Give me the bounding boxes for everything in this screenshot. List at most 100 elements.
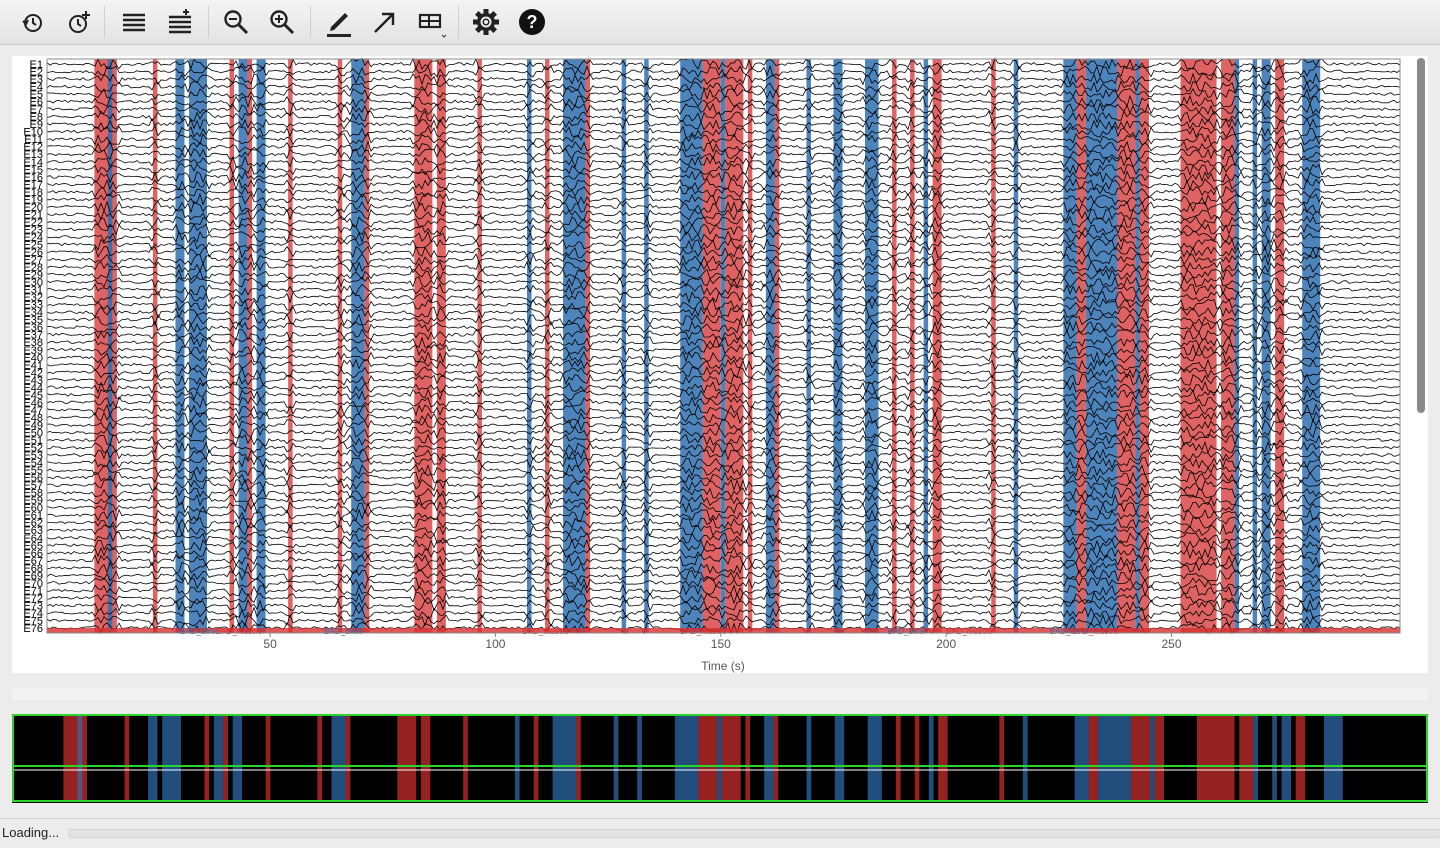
- overview-annotation-blink: [148, 716, 158, 801]
- x-axis-label: Time (s): [701, 659, 745, 673]
- history-back-button[interactable]: [14, 4, 50, 40]
- x-tick-label: 200: [936, 637, 956, 651]
- annotation-span-muscle[interactable]: [436, 59, 446, 633]
- more-channels-button[interactable]: [162, 4, 198, 40]
- annotation-span-blink[interactable]: [256, 59, 266, 633]
- eeg-traces-canvas[interactable]: E1E2E3E4E5E6E7E8E9E10E11E12E13E14E15E16E…: [12, 56, 1428, 673]
- overview-annotation-muscle: [773, 716, 779, 801]
- fewer-channels-button[interactable]: [116, 4, 152, 40]
- horizontal-scrollbar[interactable]: [12, 688, 1428, 700]
- help-button[interactable]: ?: [514, 4, 550, 40]
- status-bar: Loading...: [0, 818, 1440, 848]
- overview-annotation-muscle: [463, 716, 468, 801]
- x-tick-label: 100: [485, 637, 505, 651]
- lines-plus-icon: [169, 9, 191, 34]
- overview-annotation-muscle: [999, 716, 1005, 801]
- overview-annotation-blink: [613, 716, 619, 801]
- status-text: Loading...: [2, 825, 60, 840]
- annotation-span-blink[interactable]: [238, 59, 248, 633]
- arrow-icon: [374, 12, 395, 33]
- annotation-span-muscle[interactable]: [247, 59, 253, 633]
- overview-annotation-blink: [674, 716, 699, 801]
- overview-annotation-muscle: [698, 716, 718, 801]
- overview-annotation-muscle: [576, 716, 581, 801]
- x-tick-label: 50: [263, 637, 277, 651]
- overview-annotation-blink: [928, 716, 934, 801]
- arrow-button[interactable]: [366, 4, 402, 40]
- annotation-span-blink[interactable]: [923, 59, 929, 633]
- overview-annotation-blink: [637, 716, 642, 801]
- annotation-label: BAD_blink: [324, 627, 362, 636]
- annotation-label: BAD_muscle: [216, 627, 263, 636]
- zoom-in-button[interactable]: [264, 4, 300, 40]
- annotation-span-blink[interactable]: [175, 59, 185, 633]
- projector-button[interactable]: [412, 4, 448, 40]
- overview-annotation-muscle: [721, 716, 741, 801]
- channel-label[interactable]: E76: [23, 623, 43, 635]
- overview-annotation-blink: [77, 716, 83, 801]
- annotation-label: BAD_muscle: [522, 627, 569, 636]
- overview-annotation-muscle: [1295, 716, 1306, 801]
- overview-annotation-blink: [1022, 716, 1028, 801]
- overview-annotation-muscle: [1154, 716, 1165, 801]
- annotate-button[interactable]: [320, 4, 356, 40]
- annotation-label: BAD_blink: [888, 627, 926, 636]
- overview-annotation-blink: [764, 716, 774, 801]
- toolbar: ?: [0, 0, 1440, 45]
- overview-annotation-blink: [1281, 716, 1292, 801]
- overview-annotation-muscle: [1088, 716, 1099, 801]
- overview-annotation-muscle: [124, 716, 130, 801]
- overview-annotation-muscle: [317, 716, 323, 801]
- raw-data-plot[interactable]: E1 E2 E3 E4 E5 E6 E7 E8 E9 E10 E11 E12 E13 E14 E15 E16 E…: [12, 56, 1428, 673]
- clock-back-icon: [22, 14, 42, 32]
- annotation-label: BAD_muscle: [680, 627, 727, 636]
- annotation-span-blink[interactable]: [621, 59, 627, 633]
- gear-icon: [473, 9, 499, 35]
- help-icon: ?: [519, 9, 545, 35]
- overview-annotation-blink: [834, 716, 845, 801]
- overview-annotation-muscle: [1239, 716, 1254, 801]
- projector-icon: [418, 13, 447, 38]
- annotation-span-muscle[interactable]: [702, 59, 721, 633]
- loading-progress-bar: [68, 829, 1440, 838]
- vertical-scrollbar[interactable]: [1417, 58, 1425, 413]
- overview-annotation-muscle: [345, 716, 351, 801]
- svg-text:?: ?: [527, 12, 538, 32]
- overview-annotation-muscle: [265, 716, 271, 801]
- annotation-label: BAD_muscle: [1072, 627, 1119, 636]
- overview-bar[interactable]: [12, 714, 1428, 803]
- overview-annotation-blink: [1098, 716, 1132, 801]
- lines-icon: [123, 13, 145, 32]
- history-forward-button[interactable]: [60, 4, 96, 40]
- overview-annotation-blink: [213, 716, 224, 801]
- settings-button[interactable]: [468, 4, 504, 40]
- clock-plus-icon: [69, 11, 90, 33]
- overview-annotation-muscle: [745, 716, 751, 801]
- overview-annotation-muscle: [204, 716, 210, 801]
- annotation-span-blink[interactable]: [720, 59, 726, 633]
- overview-annotation-blink: [717, 716, 722, 801]
- overview-annotation-blink: [552, 716, 577, 801]
- annotation-span-muscle[interactable]: [1117, 59, 1136, 633]
- pencil-icon: [327, 13, 351, 37]
- overview-annotation-blink: [806, 716, 812, 801]
- overview-annotation-muscle: [533, 716, 539, 801]
- zoom-out-icon: [224, 10, 249, 35]
- overview-annotation-blink: [867, 716, 882, 801]
- overview-annotation-blink: [331, 716, 346, 801]
- overview-annotation-muscle: [420, 716, 431, 801]
- overview-annotation-muscle: [63, 716, 87, 801]
- overview-annotation-blink: [1253, 716, 1259, 801]
- overview-annotation-blink: [514, 716, 520, 801]
- overview-annotation-blink: [232, 716, 243, 801]
- x-tick-label: 250: [1161, 637, 1181, 651]
- zoom-out-button[interactable]: [218, 4, 254, 40]
- annotation-span-blink[interactable]: [1013, 59, 1019, 633]
- overview-annotation-blink: [1149, 716, 1155, 801]
- overview-annotation-blink: [162, 716, 181, 801]
- overview-annotation-muscle: [1131, 716, 1150, 801]
- overview-annotation-muscle: [914, 716, 920, 801]
- overview-annotation-muscle: [938, 716, 948, 801]
- zoom-in-icon: [270, 10, 295, 35]
- overview-annotation-muscle: [397, 716, 417, 801]
